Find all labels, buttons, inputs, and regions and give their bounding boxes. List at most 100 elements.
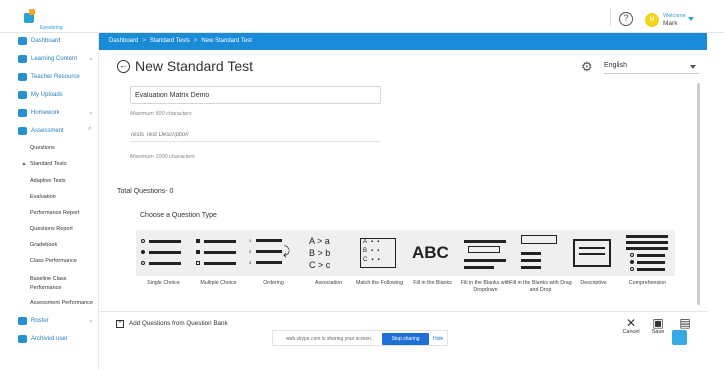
archive-icon [18, 335, 27, 343]
add-square-icon[interactable]: + [116, 320, 124, 328]
ordering-icon: 1 2 3 ⤸ [246, 230, 301, 276]
qtype-single-choice[interactable]: Single Choice [136, 230, 191, 290]
upload-folder-icon [18, 91, 27, 99]
breadcrumb-dashboard[interactable]: Dashboard [109, 38, 138, 44]
sidebar-item-label: Roster [31, 318, 49, 324]
sidebar-item-archived-user[interactable]: Archived user [0, 331, 99, 347]
share-text: web.skype.com is sharing your screen. [286, 336, 373, 342]
breadcrumb-current: New Standard Test [201, 38, 252, 44]
qtype-descriptive[interactable]: Descriptive [566, 230, 621, 290]
stop-sharing-button[interactable]: Stop sharing [382, 333, 429, 345]
breadcrumb-standard-tests[interactable]: Standard Tests [150, 38, 190, 44]
sidebar-sub-performance-report[interactable]: Performance Report [30, 206, 80, 220]
user-menu-chevron-down-icon[interactable] [688, 17, 694, 21]
qtype-match-the-following[interactable]: A▪▪ B▪▪ C▪▪ Match the Following [352, 230, 407, 290]
multiple-choice-icon [191, 230, 246, 276]
sidebar-item-label: Assessment [31, 128, 64, 134]
qtype-comprehension[interactable]: Comprehension [620, 230, 675, 290]
breadcrumb-separator: > [193, 38, 198, 44]
single-choice-icon [136, 230, 191, 276]
screen-share-banner: web.skype.com is sharing your screen. St… [272, 330, 448, 346]
save-icon: ▣ [652, 316, 664, 330]
sidebar-item-teacher-resource[interactable]: Teacher Resource [0, 69, 99, 85]
sidebar-item-my-uploads[interactable]: My Uploads [0, 87, 99, 103]
folder-icon [18, 73, 27, 81]
sidebar-sub-gradebook[interactable]: Gradebook [30, 238, 57, 252]
qtype-label: Single Choice [147, 280, 180, 286]
sidebar-item-label: Archived user [31, 336, 68, 342]
sidebar-sub-label: Standard Tests [30, 161, 67, 167]
sidebar-sub-questions[interactable]: Questions [30, 141, 55, 155]
descriptive-icon [566, 230, 621, 276]
qtype-ordering[interactable]: 1 2 3 ⤸ Ordering [246, 230, 301, 290]
chevron-down-icon: ⌄ [88, 55, 94, 62]
app-logo[interactable] [24, 9, 38, 23]
qtype-label: Comprehension [628, 280, 667, 286]
comprehension-icon [620, 230, 675, 276]
user-name[interactable]: Mark [663, 20, 677, 27]
qtype-multiple-choice[interactable]: Multiple Choice [191, 230, 246, 290]
sidebar-sub-adaptive-tests[interactable]: Adaptive Tests [30, 174, 66, 188]
hide-link[interactable]: Hide [433, 336, 443, 342]
description-hint: Maximum 1000 characters [130, 154, 195, 160]
language-select[interactable]: English [604, 62, 699, 74]
sidebar-item-homework[interactable]: Homework ⌄ [0, 105, 99, 121]
chevron-down-icon: ⌄ [88, 109, 94, 116]
name-hint: Maximum 500 characters [130, 111, 192, 117]
sidebar-item-label: Learning Content [31, 56, 78, 62]
test-name-input[interactable] [130, 86, 381, 104]
welcome-label: Welcome [663, 13, 686, 19]
top-bar: Epsebring ? M Welcome Mark [0, 0, 724, 33]
page-title: New Standard Test [135, 58, 254, 74]
chevron-down-icon: ⌄ [88, 317, 94, 324]
match-grid-icon: A▪▪ B▪▪ C▪▪ [352, 230, 407, 276]
association-icon: A > a B > b C > c [301, 230, 356, 276]
qtype-fib-drag-drop[interactable]: Fill in the Blanks with Drag and Drop [509, 230, 572, 293]
back-arrow-icon[interactable]: ← [117, 60, 130, 73]
app-root: Epsebring ? M Welcome Mark Dashboard Lea… [0, 0, 724, 370]
triangle-icon [22, 162, 26, 166]
qtype-label: Fill in the Blanks with Dropdown [460, 280, 511, 293]
sidebar-item-learning-content[interactable]: Learning Content ⌄ [0, 51, 99, 67]
topbar-divider [610, 8, 611, 26]
sidebar-item-label: My Uploads [31, 92, 63, 98]
gear-icon[interactable]: ⚙ [581, 60, 593, 73]
sidebar-sub-class-performance[interactable]: Class Performance [30, 254, 77, 268]
pencil-icon [18, 109, 27, 117]
close-icon: ✕ [625, 316, 637, 330]
breadcrumb-separator: > [142, 38, 146, 44]
description-input[interactable] [130, 128, 381, 142]
sidebar-item-label: Dashboard [31, 38, 61, 44]
preview-icon: ▤ [679, 316, 691, 330]
avatar[interactable]: M [645, 13, 659, 27]
help-circle-icon[interactable]: ? [619, 12, 633, 26]
sidebar-sub-assessment-performance[interactable]: Assessment Performance [30, 296, 93, 310]
sidebar-sub-baseline-class-performance[interactable]: Performance [30, 281, 62, 295]
sidebar-item-assessment[interactable]: Assessment ^ [0, 123, 99, 139]
floating-widget[interactable] [672, 330, 687, 345]
save-button[interactable]: ▣ Save [648, 317, 668, 335]
sidebar-sub-evaluation[interactable]: Evaluation [30, 190, 56, 204]
scrollbar[interactable] [697, 83, 700, 305]
sidebar-item-label: Teacher Resource [31, 74, 80, 80]
language-value: English [604, 62, 627, 69]
sidebar-sub-standard-tests[interactable]: Standard Tests [22, 157, 67, 171]
qtype-label: Ordering [263, 280, 284, 286]
sidebar-item-dashboard[interactable]: Dashboard [0, 33, 99, 49]
sidebar-sub-questions-report[interactable]: Questions Report [30, 222, 73, 236]
chevron-up-icon: ^ [88, 127, 92, 134]
book-icon [18, 55, 27, 63]
monitor-icon [18, 37, 27, 45]
qtype-fill-in-the-blanks[interactable]: ABC Fill in the Blanks [405, 230, 460, 290]
cancel-button[interactable]: ✕ Cancel [621, 317, 641, 335]
qtype-fib-dropdown[interactable]: Fill in the Blanks with Dropdown [458, 230, 513, 293]
add-from-bank-link[interactable]: Add Questions from Question Bank [129, 320, 228, 327]
total-questions: Total Questions- 0 [117, 188, 174, 195]
cancel-label: Cancel [622, 329, 640, 335]
choose-type-heading: Choose a Question Type [140, 212, 217, 219]
chevron-down-icon [690, 65, 696, 69]
sidebar: Dashboard Learning Content ⌄ Teacher Res… [0, 33, 99, 370]
sidebar-item-roster[interactable]: Roster ⌄ [0, 313, 99, 329]
sidebar-item-label: Homework [31, 110, 60, 116]
preview-button[interactable]: ▤ [675, 317, 695, 329]
